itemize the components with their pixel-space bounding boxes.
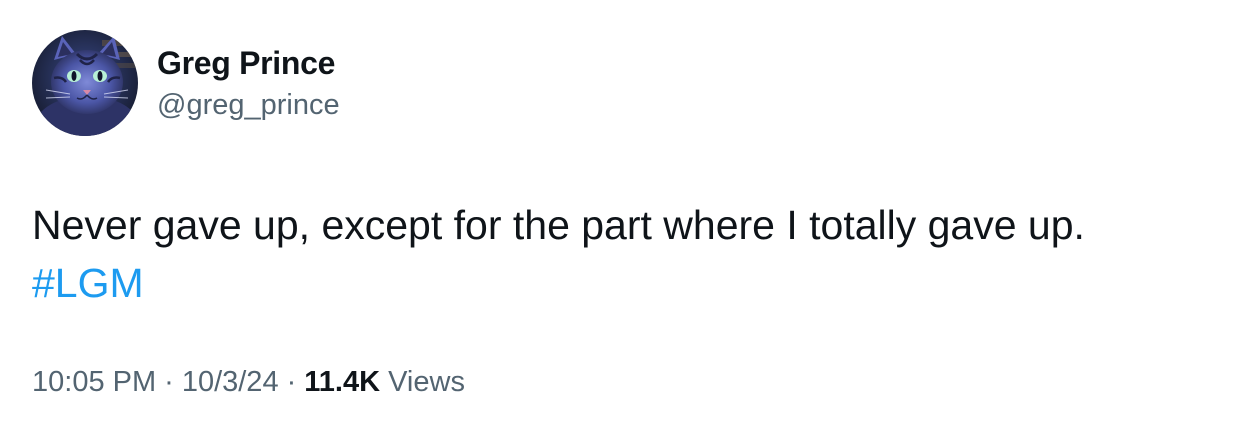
tweet-text: Never gave up, except for the part where… bbox=[32, 196, 1212, 312]
views-label: Views bbox=[388, 366, 465, 398]
tweet-date[interactable]: 10/3/24 bbox=[182, 366, 279, 398]
cat-avatar-icon bbox=[32, 30, 138, 136]
hashtag-link[interactable]: #LGM bbox=[32, 260, 144, 306]
tweet-meta: 10:05 PM · 10/3/24 · 11.4K Views bbox=[32, 364, 465, 400]
tweet-time[interactable]: 10:05 PM bbox=[32, 366, 156, 398]
avatar[interactable] bbox=[32, 30, 138, 136]
views-count: 11.4K bbox=[304, 366, 381, 398]
meta-separator: · bbox=[164, 366, 174, 398]
meta-separator: · bbox=[286, 366, 297, 398]
author-name[interactable]: Greg Prince bbox=[157, 44, 335, 82]
tweet-text-line: Never gave up, except for the part where… bbox=[32, 202, 1085, 248]
author-handle[interactable]: @greg_prince bbox=[157, 87, 340, 123]
tweet-card: Greg Prince @greg_prince Never gave up, … bbox=[0, 0, 1234, 427]
